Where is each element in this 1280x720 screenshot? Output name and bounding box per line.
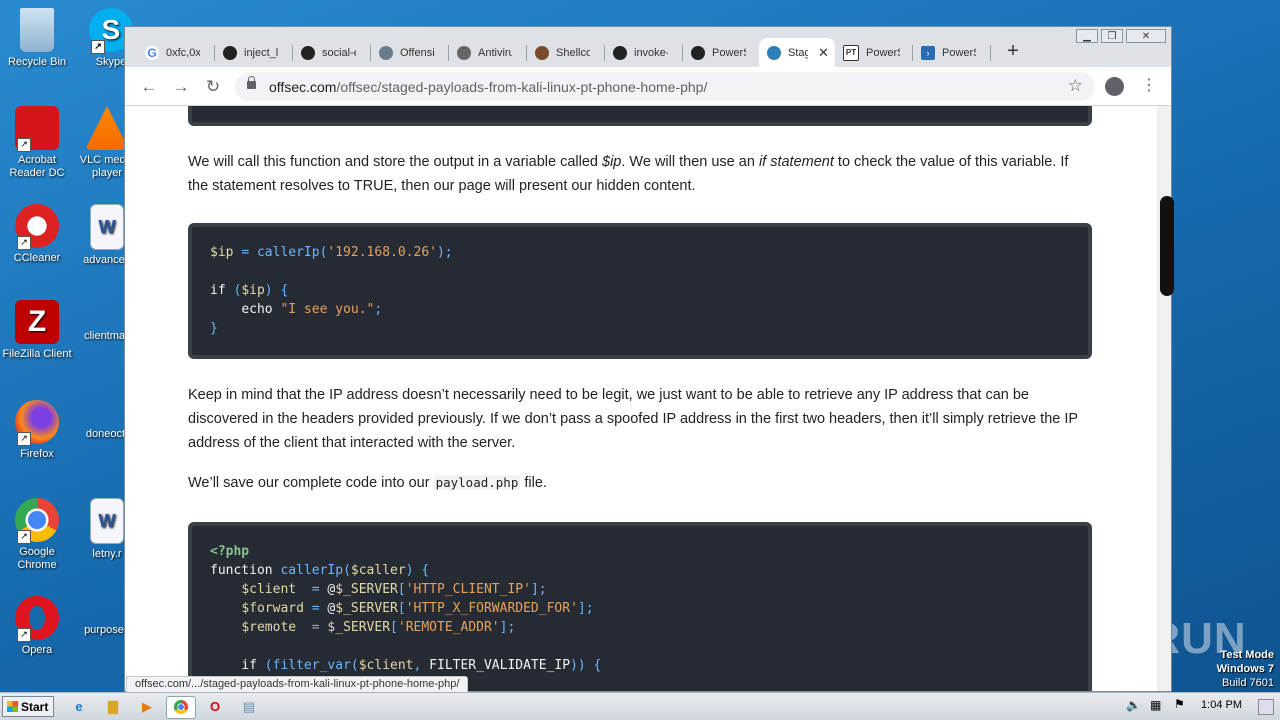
tab[interactable]: social-e (293, 38, 371, 67)
chrome-icon[interactable]: ↗ Google Chrome (0, 498, 74, 572)
tab[interactable]: G 0xfc,0x (137, 38, 215, 67)
bookmark-star-icon[interactable]: ☆ (1068, 76, 1083, 96)
chrome-window: G0xfc,0x inject_lo social-e Offensi Anti… (124, 26, 1174, 692)
explorer-icon[interactable]: ▇ (100, 696, 126, 717)
ccleaner-icon[interactable]: ↗ CCleaner (0, 204, 74, 265)
lock-icon (247, 76, 256, 89)
test-mode-label: Test Mode Windows 7 Build 7601 (1216, 649, 1274, 689)
page-scrollbar[interactable] (1157, 106, 1174, 691)
tab[interactable]: Offensi (371, 38, 449, 67)
profile-icon[interactable] (1105, 77, 1124, 96)
code-block-ip-check: $ip = callerIp('192.168.0.26'); if ($ip)… (188, 223, 1092, 359)
maximize-button[interactable]: ❐ (1101, 29, 1123, 43)
start-button[interactable]: Start (2, 696, 54, 717)
paragraph: We will call this function and store the… (188, 154, 1069, 194)
ie-icon[interactable]: e (66, 696, 92, 717)
browser-toolbar: ← → ↻ offsec.com/offsec/staged-payloads-… (125, 67, 1171, 106)
system-tray: 🔈 ▦ ⚑ 1:04 PM (1120, 693, 1280, 720)
network-icon[interactable]: ▦ (1150, 698, 1161, 712)
tab-active[interactable]: Stag ✕ (759, 38, 835, 67)
firefox-icon[interactable]: ↗ Firefox (0, 400, 74, 461)
powershell-icon: › (921, 45, 935, 60)
code-block-top (188, 106, 1092, 126)
url-text[interactable]: offsec.com/offsec/staged-payloads-from-k… (269, 79, 707, 95)
show-desktop-button[interactable] (1258, 699, 1274, 715)
back-icon[interactable]: ← (138, 76, 160, 98)
media-player-icon[interactable]: ▶ (134, 696, 160, 717)
notepad-icon[interactable]: ▤ (236, 696, 262, 717)
tab-strip: G0xfc,0x inject_lo social-e Offensi Anti… (125, 27, 1171, 67)
scrollbar-thumb[interactable] (1160, 196, 1174, 296)
offsec-icon (767, 45, 781, 60)
forward-icon[interactable]: → (170, 76, 192, 98)
github-icon (301, 45, 315, 60)
tab[interactable]: PowerSh (683, 38, 759, 67)
minimize-button[interactable]: ▁ (1076, 29, 1098, 43)
volume-icon[interactable]: 🔈 (1126, 698, 1141, 712)
menu-dots-icon[interactable]: ⋮ (1141, 75, 1157, 97)
tab[interactable]: inject_lo (215, 38, 293, 67)
taskbar: Start e ▇ ▶ O ▤ 🔈 ▦ ⚑ 1:04 PM (0, 692, 1280, 720)
tab[interactable]: PTPowerSh (835, 38, 913, 67)
filezilla-icon[interactable]: Z FileZilla Client (0, 300, 74, 361)
clock[interactable]: 1:04 PM (1201, 699, 1242, 711)
recycle-bin-icon[interactable]: Recycle Bin (0, 8, 74, 69)
opera-taskbar-icon[interactable]: O (202, 696, 228, 717)
chrome-taskbar-icon[interactable] (166, 696, 196, 719)
tab[interactable]: Antiviru (449, 38, 527, 67)
globe-icon (457, 45, 471, 60)
shellcode-icon (535, 45, 549, 60)
github-icon (223, 45, 237, 60)
code-block-payload: <?php function callerIp($caller) { $clie… (188, 522, 1092, 691)
opera-icon[interactable]: ↗ Opera (0, 596, 74, 657)
google-icon: G (145, 45, 159, 60)
reload-icon[interactable]: ↻ (202, 76, 224, 98)
flag-icon[interactable]: ⚑ (1174, 697, 1185, 711)
new-tab-button[interactable]: + (1001, 40, 1025, 64)
web-page: We will call this function and store the… (125, 106, 1157, 691)
acrobat-icon[interactable]: ↗ Acrobat Reader DC (0, 106, 74, 180)
tab[interactable]: ›PowerSh (913, 38, 991, 67)
offsec-icon (379, 45, 393, 60)
github-icon (613, 45, 627, 60)
github-icon (691, 45, 705, 60)
tab[interactable]: Shellcod (527, 38, 605, 67)
close-window-button[interactable]: ✕ (1126, 29, 1166, 43)
close-tab-icon[interactable]: ✕ (818, 45, 829, 61)
address-bar[interactable]: offsec.com/offsec/staged-payloads-from-k… (235, 72, 1095, 101)
pt-icon: PT (843, 44, 859, 61)
paragraph: Keep in mind that the IP address doesn’t… (188, 387, 1078, 451)
tab[interactable]: invoke- (605, 38, 683, 67)
paragraph: We’ll save our complete code into our pa… (188, 475, 547, 491)
